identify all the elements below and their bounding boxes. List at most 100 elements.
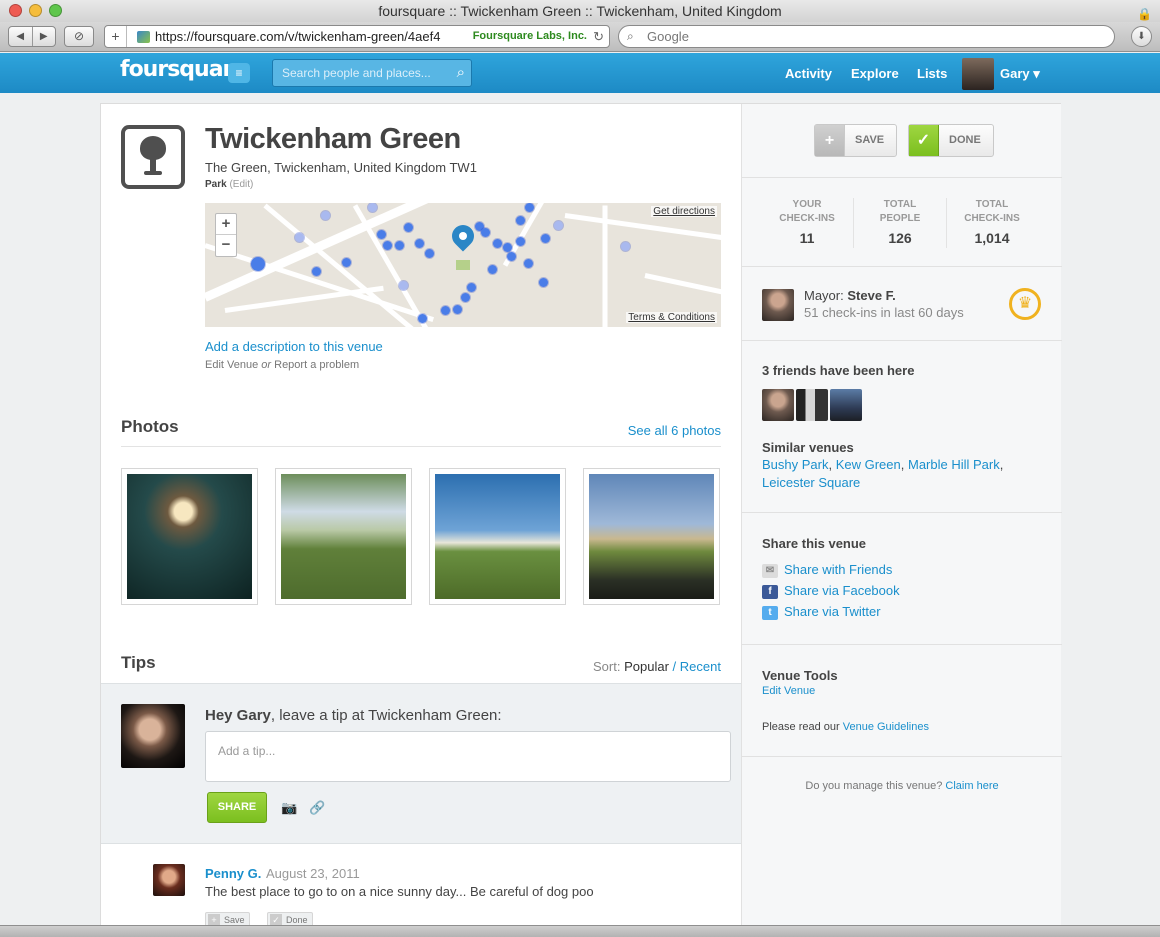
tools-edit-venue-link[interactable]: Edit Venue — [762, 685, 815, 697]
sort-recent[interactable]: Recent — [680, 659, 721, 674]
see-all-photos-link[interactable]: See all 6 photos — [628, 423, 721, 438]
tip-date: August 23, 2011 — [266, 866, 360, 881]
close-window-button[interactable] — [9, 4, 22, 17]
sort-separator: / — [672, 659, 677, 674]
back-button[interactable]: ◀ — [9, 27, 33, 46]
stat-your-checkins: YOUR CHECK-INS 11 — [761, 198, 853, 246]
mayor-checkins: 51 check-ins in last 60 days — [804, 305, 964, 320]
zoom-in-button[interactable]: + — [216, 214, 236, 235]
reader-icon[interactable]: ⊘ — [64, 26, 94, 47]
site-search-input[interactable]: Search people and places... ⌕ — [272, 59, 472, 87]
share-twitter-link[interactable]: Share via Twitter — [784, 604, 881, 619]
claim-venue-line: Do you manage this venue? Claim here — [805, 780, 999, 792]
map-zoom-controls: + − — [215, 213, 237, 257]
browser-search-field[interactable]: ⌕ Google — [618, 25, 1115, 48]
category-edit-link[interactable]: (Edit) — [229, 179, 253, 190]
add-description-link[interactable]: Add a description to this venue — [205, 339, 383, 354]
mayor-name[interactable]: Steve F. — [847, 288, 895, 303]
window-title: foursquare :: Twickenham Green :: Twicke… — [378, 3, 782, 19]
venue-title: Twickenham Green — [205, 123, 461, 155]
minimize-window-button[interactable] — [29, 4, 42, 17]
mayor-section: Mayor: Steve F. 51 check-ins in last 60 … — [742, 267, 1062, 341]
link-icon[interactable]: 🔗 — [309, 800, 325, 816]
save-label: SAVE — [855, 134, 885, 146]
window-titlebar: foursquare :: Twickenham Green :: Twicke… — [0, 0, 1160, 22]
sort-label: Sort: — [593, 659, 621, 674]
forward-button[interactable]: ▶ — [33, 27, 56, 46]
friend-avatar[interactable] — [796, 389, 828, 421]
url-text[interactable]: https://foursquare.com/v/twickenham-gree… — [155, 26, 440, 47]
similar-venue-link[interactable]: Leicester Square — [762, 475, 860, 490]
tip-prompt-rest: , leave a tip at Twickenham Green: — [270, 707, 502, 724]
photo-thumbnail[interactable] — [121, 468, 258, 605]
friend-avatar[interactable] — [762, 389, 794, 421]
share-friends-link[interactable]: Share with Friends — [784, 562, 892, 577]
tip-author-avatar[interactable] — [153, 864, 185, 896]
photo-thumbnail[interactable] — [275, 468, 412, 605]
mayor-avatar[interactable] — [762, 289, 794, 321]
browser-search-placeholder: Google — [647, 29, 689, 44]
plus-icon: + — [815, 125, 845, 156]
venue-actions: + SAVE ✓ DONE — [742, 104, 1062, 178]
favicon-icon — [137, 31, 150, 43]
crown-icon: ♛ — [1009, 288, 1041, 320]
friends-section: 3 friends have been here Similar venues … — [742, 341, 1062, 513]
facebook-icon: f — [762, 585, 778, 599]
venue-tools-section: Venue Tools Edit Venue Please read our V… — [742, 645, 1062, 757]
save-button[interactable]: + SAVE — [814, 124, 898, 157]
claim-here-link[interactable]: Claim here — [945, 780, 998, 792]
photos-heading: Photos — [121, 417, 179, 436]
similar-venues-title: Similar venues — [762, 440, 854, 455]
menu-icon[interactable]: ≡ — [228, 63, 250, 83]
friend-avatar[interactable] — [830, 389, 862, 421]
reload-icon[interactable]: ↻ — [593, 26, 604, 47]
tip-input[interactable]: Add a tip... — [205, 731, 731, 782]
address-bar[interactable]: + https://foursquare.com/v/twickenham-gr… — [104, 25, 610, 48]
venue-stats: YOUR CHECK-INS 11 TOTAL PEOPLE 126 TOTAL CH… — [742, 178, 1062, 267]
park-category-icon — [121, 125, 185, 189]
check-icon: ✓ — [909, 125, 939, 156]
zoom-window-button[interactable] — [49, 4, 62, 17]
share-facebook-link[interactable]: Share via Facebook — [784, 583, 900, 598]
similar-venue-link[interactable]: Marble Hill Park — [908, 457, 1000, 472]
edit-venue-link[interactable]: Edit Venue — [205, 359, 258, 371]
venue-address: The Green, Twickenham, United Kingdom TW… — [205, 160, 477, 175]
camera-icon[interactable]: 📷 — [281, 800, 297, 816]
tip-prompt: Hey Gary, leave a tip at Twickenham Gree… — [205, 707, 502, 724]
similar-venue-link[interactable]: Bushy Park — [762, 457, 828, 472]
done-button[interactable]: ✓ DONE — [908, 124, 994, 157]
zoom-out-button[interactable]: − — [216, 235, 236, 256]
venue-guidelines-link[interactable]: Venue Guidelines — [843, 721, 929, 733]
sort-popular[interactable]: Popular — [624, 659, 669, 674]
nav-activity[interactable]: Activity — [785, 66, 832, 81]
tips-sort: Sort: Popular / Recent — [593, 659, 721, 674]
friends-title: 3 friends have been here — [762, 363, 915, 378]
add-bookmark-icon[interactable]: + — [105, 26, 127, 47]
share-tip-button[interactable]: SHARE — [207, 792, 267, 823]
user-avatar — [121, 704, 185, 768]
user-avatar[interactable] — [962, 58, 994, 90]
photo-thumbnail[interactable] — [429, 468, 566, 605]
stat-value: 126 — [888, 230, 912, 246]
nav-lists[interactable]: Lists — [917, 66, 947, 81]
get-directions-link[interactable]: Get directions — [651, 206, 717, 217]
search-icon[interactable]: ⌕ — [457, 60, 465, 86]
site-header: foursquare ≡ Search people and places...… — [0, 53, 1160, 93]
similar-venue-link[interactable]: Kew Green — [836, 457, 901, 472]
downloads-icon[interactable]: ⬇ — [1131, 26, 1152, 47]
venue-map[interactable]: + − Get directions Terms & Conditions — [205, 203, 721, 327]
category-name: Park — [205, 179, 227, 190]
nav-explore[interactable]: Explore — [851, 66, 899, 81]
report-problem-link[interactable]: Report a problem — [274, 359, 359, 371]
or-text: or — [261, 359, 272, 371]
window-controls — [9, 4, 62, 17]
map-terms-link[interactable]: Terms & Conditions — [626, 312, 717, 323]
user-menu[interactable]: Gary ▾ — [1000, 66, 1040, 82]
venue-location-pin[interactable] — [447, 220, 479, 252]
stat-total-checkins: TOTAL CHECK-INS 1,014 — [946, 198, 1038, 246]
add-tip-form: Hey Gary, leave a tip at Twickenham Gree… — [101, 683, 741, 844]
tip-author[interactable]: Penny G. — [205, 866, 261, 881]
venue-guidelines-line: Please read our Venue Guidelines — [762, 721, 929, 733]
ev-certificate[interactable]: Foursquare Labs, Inc. — [466, 26, 587, 47]
photo-thumbnail[interactable] — [583, 468, 720, 605]
